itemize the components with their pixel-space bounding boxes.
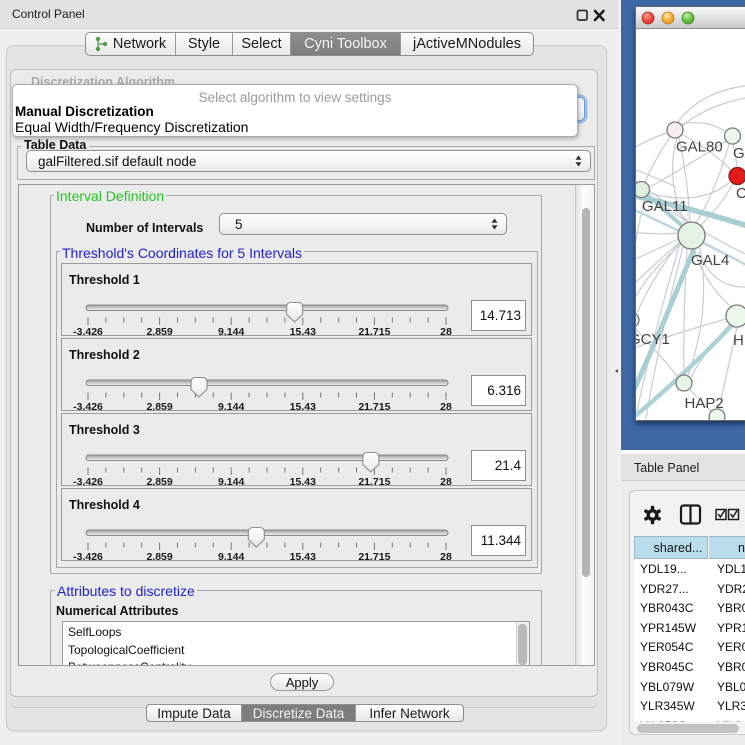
svg-text:-3.426: -3.426 <box>73 401 103 412</box>
svg-text:GCY1: GCY1 <box>636 331 670 348</box>
svg-text:28: 28 <box>440 551 452 562</box>
svg-text:H: H <box>733 332 744 349</box>
svg-text:15.43: 15.43 <box>290 551 316 562</box>
svg-text:GAL4: GAL4 <box>691 252 729 269</box>
svg-text:9.144: 9.144 <box>218 551 244 562</box>
svg-text:2.859: 2.859 <box>146 551 172 562</box>
svg-text:21.715: 21.715 <box>358 326 390 337</box>
svg-text:15.43: 15.43 <box>290 401 316 412</box>
svg-text:HAP2: HAP2 <box>685 395 724 412</box>
svg-text:15.43: 15.43 <box>290 476 316 487</box>
svg-text:21.715: 21.715 <box>358 401 390 412</box>
svg-text:28: 28 <box>440 326 452 337</box>
svg-text:28: 28 <box>440 401 452 412</box>
svg-text:9.144: 9.144 <box>218 326 244 337</box>
svg-text:2.859: 2.859 <box>146 401 172 412</box>
svg-text:9.144: 9.144 <box>218 476 244 487</box>
svg-text:GAL80: GAL80 <box>676 139 723 156</box>
svg-text:15.43: 15.43 <box>290 326 316 337</box>
svg-text:GA: GA <box>733 145 745 162</box>
svg-text:21.715: 21.715 <box>358 551 390 562</box>
svg-text:GAL11: GAL11 <box>642 198 688 215</box>
svg-text:C: C <box>736 185 745 202</box>
svg-text:-3.426: -3.426 <box>73 551 103 562</box>
svg-text:-3.426: -3.426 <box>73 326 103 337</box>
svg-text:21.715: 21.715 <box>358 476 390 487</box>
svg-text:-3.426: -3.426 <box>73 476 103 487</box>
svg-text:9.144: 9.144 <box>218 401 244 412</box>
svg-text:2.859: 2.859 <box>146 326 172 337</box>
svg-text:28: 28 <box>440 476 452 487</box>
svg-text:2.859: 2.859 <box>146 476 172 487</box>
